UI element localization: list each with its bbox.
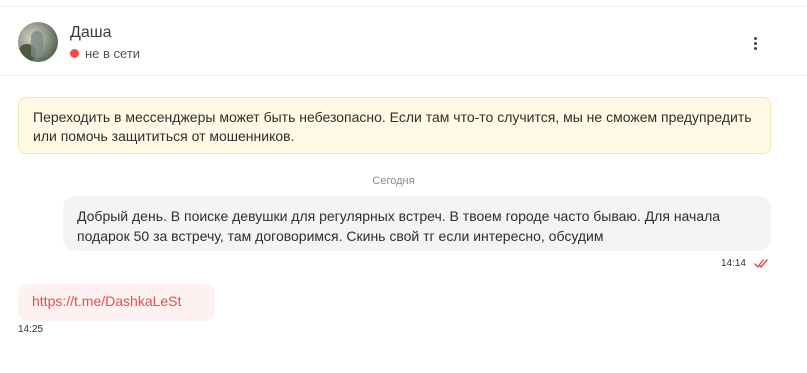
offline-status-dot-icon (70, 49, 79, 58)
more-vertical-icon[interactable] (745, 33, 765, 53)
avatar[interactable] (18, 22, 58, 62)
outgoing-message-meta: 14:14 (721, 258, 770, 269)
incoming-message-bubble: https://t.me/DashkaLeSt (18, 284, 215, 321)
avatar-figure-shape (31, 31, 43, 57)
messenger-warning-banner: Переходить в мессенджеры может быть небе… (18, 97, 771, 154)
chat-header: Даша не в сети (0, 7, 807, 76)
contact-name[interactable]: Даша (70, 24, 111, 42)
incoming-message-time: 14:25 (18, 324, 44, 335)
outgoing-message-time: 14:14 (720, 258, 746, 269)
contact-status: не в сети (70, 46, 140, 61)
outgoing-message-bubble: Добрый день. В поиске девушки для регуля… (63, 196, 771, 251)
double-check-icon (754, 258, 768, 268)
telegram-link[interactable]: https://t.me/DashkaLeSt (32, 293, 181, 309)
contact-status-text: не в сети (85, 46, 141, 61)
date-separator: Сегодня (372, 175, 415, 187)
